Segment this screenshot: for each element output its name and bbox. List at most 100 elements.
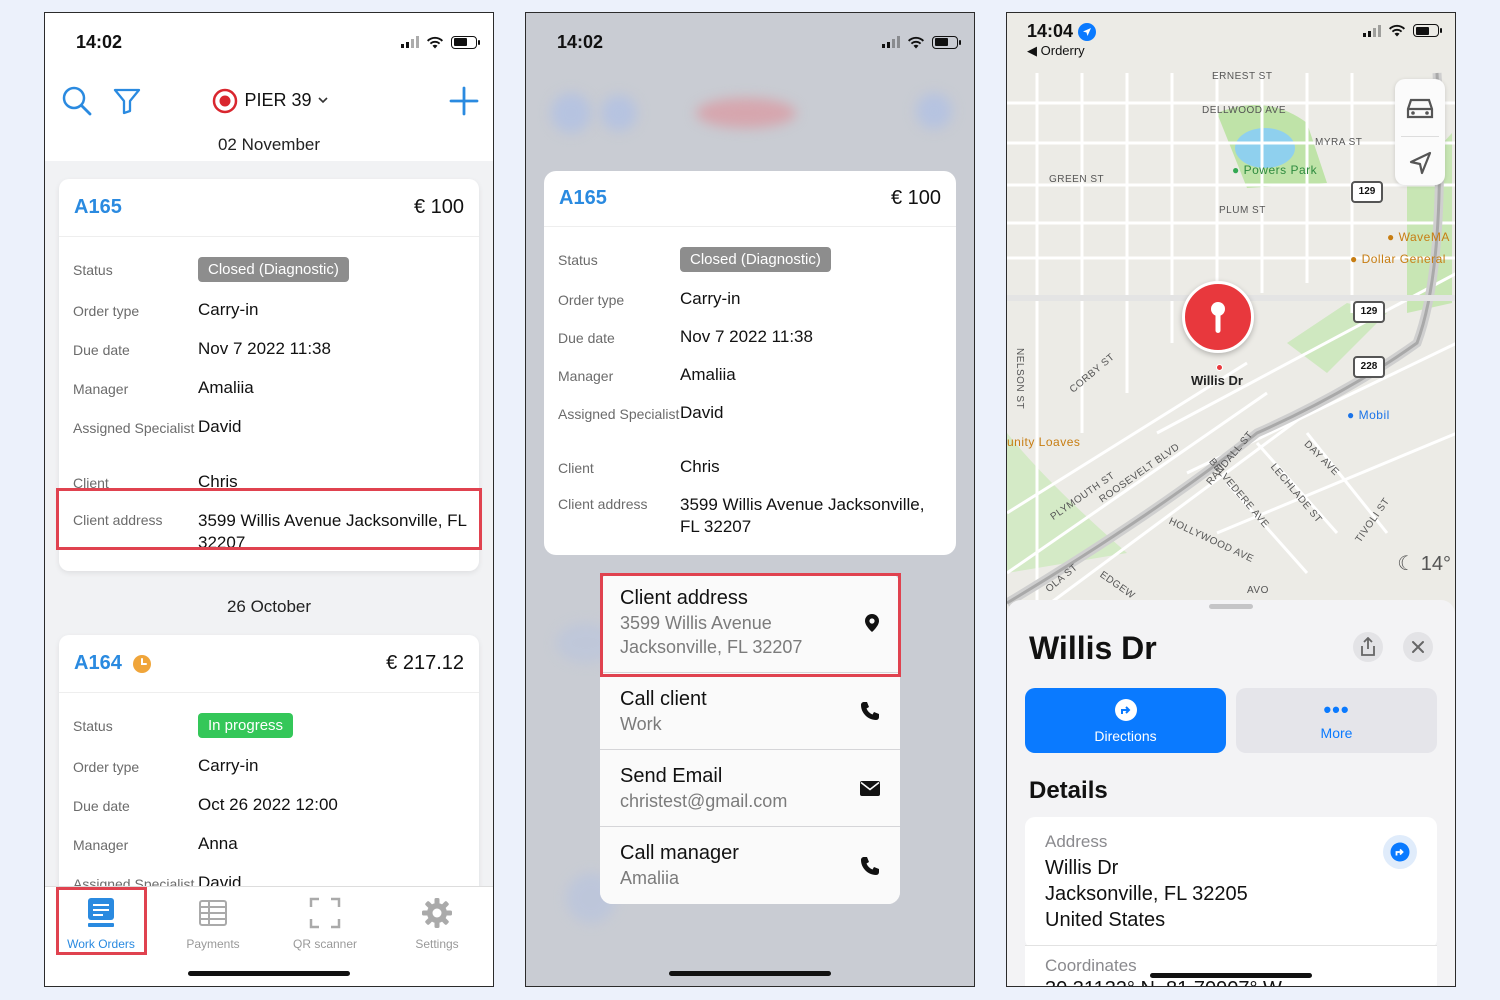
sheet-grabber[interactable] — [1209, 604, 1253, 609]
highlight-work-orders-tab — [56, 887, 147, 955]
map-pin[interactable] — [1182, 281, 1254, 353]
status-badge: In progress — [198, 713, 294, 738]
menu-call-client[interactable]: Call client Work — [600, 673, 900, 750]
coordinates-card[interactable]: Coordinates 30.31132° N, 81.70907° W — [1025, 945, 1437, 986]
map-label: PLUM ST — [1219, 205, 1266, 216]
address-lines: Willis Dr Jacksonville, FL 32205 United … — [1045, 857, 1248, 931]
date-header: 02 November — [45, 129, 493, 161]
map-label: MYRA ST — [1315, 137, 1363, 148]
status-badge: Closed (Diagnostic) — [680, 247, 831, 272]
field-due-date: Due date Nov 7 2022 11:38 — [73, 339, 331, 358]
share-icon — [1361, 637, 1375, 656]
more-button[interactable]: ••• More — [1236, 688, 1437, 753]
field-due-date: Due date Nov 7 2022 11:38 — [558, 327, 813, 346]
tab-qr-scanner[interactable]: QR scanner — [275, 895, 375, 951]
pin-label: Willis Dr — [1191, 373, 1243, 388]
address-directions-button[interactable] — [1383, 835, 1417, 869]
field-order-type: Order type Carry-in — [73, 300, 259, 319]
place-title: Willis Dr — [1029, 630, 1157, 666]
more-dots-icon: ••• — [1323, 696, 1350, 722]
field-order-type: Order type Carry-in — [558, 289, 741, 308]
share-button[interactable] — [1353, 632, 1383, 662]
directions-icon — [1390, 842, 1410, 862]
map-controls — [1395, 79, 1445, 185]
home-indicator — [188, 971, 350, 976]
field-due-date: Due date Oct 26 2022 12:00 — [73, 795, 338, 814]
tab-payments[interactable]: Payments — [163, 895, 263, 951]
address-card[interactable]: Address Willis Dr Jacksonville, FL 32205… — [1025, 817, 1437, 949]
work-orders-screen: 14:02 PIER 39 02 November A165 € 100 Sta… — [44, 12, 494, 987]
highlight-client-address-menu — [600, 573, 901, 677]
map-label: GREEN ST — [1049, 174, 1105, 185]
pin-dot — [1216, 364, 1223, 371]
moon-icon: ☾ — [1397, 553, 1416, 575]
wifi-icon — [908, 36, 924, 48]
status-bar: 14:02 — [45, 13, 493, 71]
location-arrow-icon[interactable] — [1395, 137, 1445, 189]
payments-icon — [199, 900, 227, 926]
route-shield: 129 — [1353, 301, 1385, 323]
order-id: A165 — [74, 196, 122, 218]
order-amount: € 100 — [413, 196, 464, 218]
field-manager: Manager Amaliia — [558, 365, 736, 384]
maps-screen: ERNEST ST DELLWOOD AVE MYRA ST GREEN ST … — [1006, 12, 1456, 987]
chevron-down-icon — [317, 97, 328, 104]
status-time: 14:02 — [76, 31, 123, 52]
map-label: ERNEST ST — [1212, 71, 1273, 82]
order-preview-card: A165 € 100 Status Closed (Diagnostic) Ord… — [544, 171, 956, 555]
map-label: DELLWOOD AVE — [1202, 105, 1286, 116]
field-order-type: Order type Carry-in — [73, 756, 259, 775]
battery-icon — [451, 35, 480, 49]
field-client: Client Chris — [558, 457, 720, 476]
pin-icon — [1211, 302, 1225, 333]
field-status: Status Closed (Diagnostic) — [558, 247, 946, 272]
poi-label: ● Dollar General — [1350, 252, 1446, 266]
field-status: Status In progress — [73, 713, 469, 738]
status-time: 14:02 — [557, 31, 604, 52]
field-manager: Manager Anna — [73, 834, 238, 853]
route-shield: 228 — [1353, 356, 1385, 378]
status-badge: Closed (Diagnostic) — [198, 257, 349, 282]
signal-icon — [401, 36, 419, 48]
order-id: A164 — [74, 652, 122, 674]
close-icon — [1412, 641, 1424, 653]
field-client-address: Client address 3599 Willis Avenue Jackson… — [558, 495, 925, 536]
qr-scanner-icon — [309, 897, 341, 929]
back-arrow-icon: ◀ — [1027, 43, 1037, 58]
menu-send-email[interactable]: Send Email christest@gmail.com — [600, 750, 900, 827]
wifi-icon — [427, 36, 443, 48]
details-heading: Details — [1029, 777, 1108, 804]
location-services-icon — [1078, 22, 1097, 41]
close-button[interactable] — [1403, 632, 1433, 662]
car-icon[interactable] — [1395, 79, 1445, 131]
battery-icon — [1413, 24, 1442, 37]
status-bar: 14:04 ◀ Orderry — [1007, 13, 1455, 69]
tab-settings[interactable]: Settings — [387, 895, 487, 951]
poi-label: ● WaveMA — [1387, 230, 1450, 244]
battery-icon — [932, 35, 961, 49]
plus-icon[interactable] — [449, 86, 479, 116]
back-to-app[interactable]: ◀ Orderry — [1027, 43, 1363, 59]
map-view[interactable]: ERNEST ST DELLWOOD AVE MYRA ST GREEN ST … — [1007, 13, 1455, 613]
directions-icon — [1114, 698, 1137, 721]
signal-icon — [882, 36, 900, 48]
wifi-icon — [1389, 24, 1405, 37]
location-selector[interactable]: PIER 39 — [91, 88, 449, 114]
date-header: 26 October — [226, 597, 312, 616]
field-assigned-specialist: Assigned Specialist David — [73, 417, 242, 436]
order-id: A165 — [559, 187, 607, 209]
weather-badge: ☾ 14° — [1397, 553, 1451, 575]
poi-label: ● Mobil — [1347, 408, 1390, 422]
mail-icon — [860, 780, 880, 796]
order-amount: € 217.12 — [386, 652, 464, 674]
order-amount: € 100 — [890, 187, 941, 209]
field-assigned-specialist: Assigned Specialist David — [558, 403, 724, 422]
highlight-client-address — [56, 488, 482, 550]
clock-icon — [132, 654, 151, 673]
search-icon[interactable] — [61, 85, 93, 117]
poi-label: unity Loaves — [1007, 435, 1081, 449]
signal-icon — [1363, 24, 1381, 37]
directions-button[interactable]: Directions — [1025, 688, 1226, 753]
menu-call-manager[interactable]: Call manager Amaliia — [600, 827, 900, 904]
context-menu-screen: 14:02 A165 € 100 Status Closed (Diagnosti… — [525, 12, 975, 987]
